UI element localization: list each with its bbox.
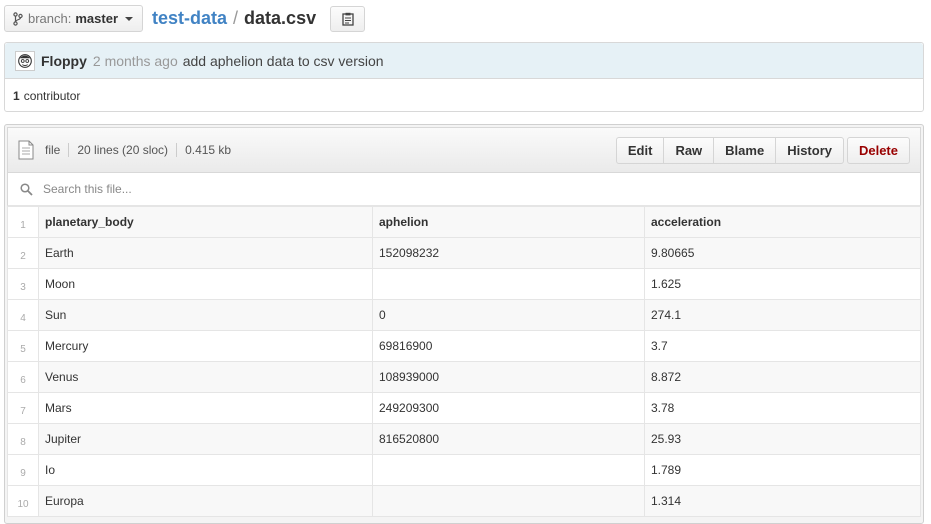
table-cell: 274.1: [644, 299, 921, 331]
meta-divider: [68, 143, 70, 157]
table-row: 8 Jupiter 816520800 25.93: [7, 423, 921, 455]
csv-table: 1 planetary_body aphelion acceleration 2…: [7, 206, 921, 517]
table-row: 2 Earth 152098232 9.80665: [7, 237, 921, 269]
table-row: 6 Venus 108939000 8.872: [7, 361, 921, 393]
file-type: file: [45, 143, 61, 157]
breadcrumb-repo-link[interactable]: test-data: [152, 8, 227, 29]
table-cell: Mercury: [38, 330, 373, 362]
caret-down-icon: [125, 16, 134, 21]
commit-info-box: Floppy 2 months ago add aphelion data to…: [4, 42, 924, 112]
line-number[interactable]: 10: [7, 485, 39, 517]
meta-divider: [176, 143, 178, 157]
line-number[interactable]: 7: [7, 392, 39, 424]
file-text-icon: [18, 140, 34, 160]
table-cell: 108939000: [372, 361, 645, 393]
table-cell: Mars: [38, 392, 373, 424]
edit-button[interactable]: Edit: [615, 137, 665, 164]
branch-name: master: [75, 11, 119, 26]
avatar[interactable]: [15, 50, 35, 71]
table-cell: Europa: [38, 485, 373, 517]
table-cell: 249209300: [372, 392, 645, 424]
table-cell: 152098232: [372, 237, 645, 269]
breadcrumb: test-data / data.csv: [152, 8, 316, 29]
file-meta: file 20 lines (20 sloc) 0.415 kb: [45, 143, 231, 157]
table-cell: 816520800: [372, 423, 645, 455]
column-header: acceleration: [644, 206, 921, 238]
table-cell: [372, 268, 645, 300]
line-number[interactable]: 2: [7, 237, 39, 269]
file-navigation: branch: master test-data / data.csv: [4, 5, 366, 32]
table-cell: 1.314: [644, 485, 921, 517]
table-cell: Venus: [38, 361, 373, 393]
table-row: 5 Mercury 69816900 3.7: [7, 330, 921, 362]
blame-button[interactable]: Blame: [713, 137, 777, 164]
branch-label: branch:: [28, 11, 72, 26]
raw-button[interactable]: Raw: [663, 137, 715, 164]
table-row: 10 Europa 1.314: [7, 485, 921, 517]
table-row: 7 Mars 249209300 3.78: [7, 392, 921, 424]
table-cell: 8.872: [644, 361, 921, 393]
table-cell: 3.78: [644, 392, 921, 424]
table-cell: [372, 454, 645, 486]
table-cell: 1.789: [644, 454, 921, 486]
commit-message-link[interactable]: add aphelion data to csv version: [183, 53, 384, 69]
file-line-count: 20 lines (20 sloc): [77, 143, 169, 157]
column-header: aphelion: [372, 206, 645, 238]
table-cell: 3.7: [644, 330, 921, 362]
line-number[interactable]: 3: [7, 268, 39, 300]
contributors-count: 1: [13, 88, 20, 103]
branch-selector-button[interactable]: branch: master: [4, 5, 144, 32]
line-number[interactable]: 1: [7, 206, 39, 238]
file-size: 0.415 kb: [185, 143, 232, 157]
table-cell: Jupiter: [38, 423, 373, 455]
breadcrumb-file-name: data.csv: [244, 8, 317, 28]
table-cell: 1.625: [644, 268, 921, 300]
table-cell: 69816900: [372, 330, 645, 362]
contributors-label: contributor: [23, 88, 81, 103]
history-button[interactable]: History: [775, 137, 844, 164]
commit-time: 2 months ago: [92, 52, 178, 69]
file-actions-group: Edit Raw Blame History: [615, 137, 844, 164]
table-row: 4 Sun 0 274.1: [7, 299, 921, 331]
table-cell: 0: [372, 299, 645, 331]
search-file-input[interactable]: [41, 181, 441, 197]
file-search-bar: [7, 173, 921, 206]
copy-path-button[interactable]: [330, 5, 366, 32]
table-cell: 25.93: [644, 423, 921, 455]
table-cell: 9.80665: [644, 237, 921, 269]
table-cell: [372, 485, 645, 517]
contributors-line[interactable]: 1 contributor: [5, 79, 923, 112]
clipboard-icon: [341, 12, 354, 26]
table-row: 9 Io 1.789: [7, 454, 921, 486]
breadcrumb-separator: /: [233, 8, 239, 28]
table-cell: Sun: [38, 299, 373, 331]
line-number[interactable]: 8: [7, 423, 39, 455]
table-row: 3 Moon 1.625: [7, 268, 921, 300]
line-number[interactable]: 5: [7, 330, 39, 362]
commit-author-link[interactable]: Floppy: [41, 53, 87, 69]
branch-icon: [13, 11, 23, 26]
line-number[interactable]: 6: [7, 361, 39, 393]
table-cell: Earth: [38, 237, 373, 269]
column-header: planetary_body: [38, 206, 373, 238]
delete-button[interactable]: Delete: [846, 137, 910, 164]
commit-title-bar: Floppy 2 months ago add aphelion data to…: [5, 43, 923, 79]
search-icon: [20, 182, 33, 196]
table-cell: Io: [38, 454, 373, 486]
table-cell: Moon: [38, 268, 373, 300]
file-header: file 20 lines (20 sloc) 0.415 kb Edit Ra…: [7, 127, 921, 173]
table-header-row: 1 planetary_body aphelion acceleration: [7, 206, 921, 238]
line-number[interactable]: 9: [7, 454, 39, 486]
file-viewer: file 20 lines (20 sloc) 0.415 kb Edit Ra…: [4, 124, 924, 524]
line-number[interactable]: 4: [7, 299, 39, 331]
